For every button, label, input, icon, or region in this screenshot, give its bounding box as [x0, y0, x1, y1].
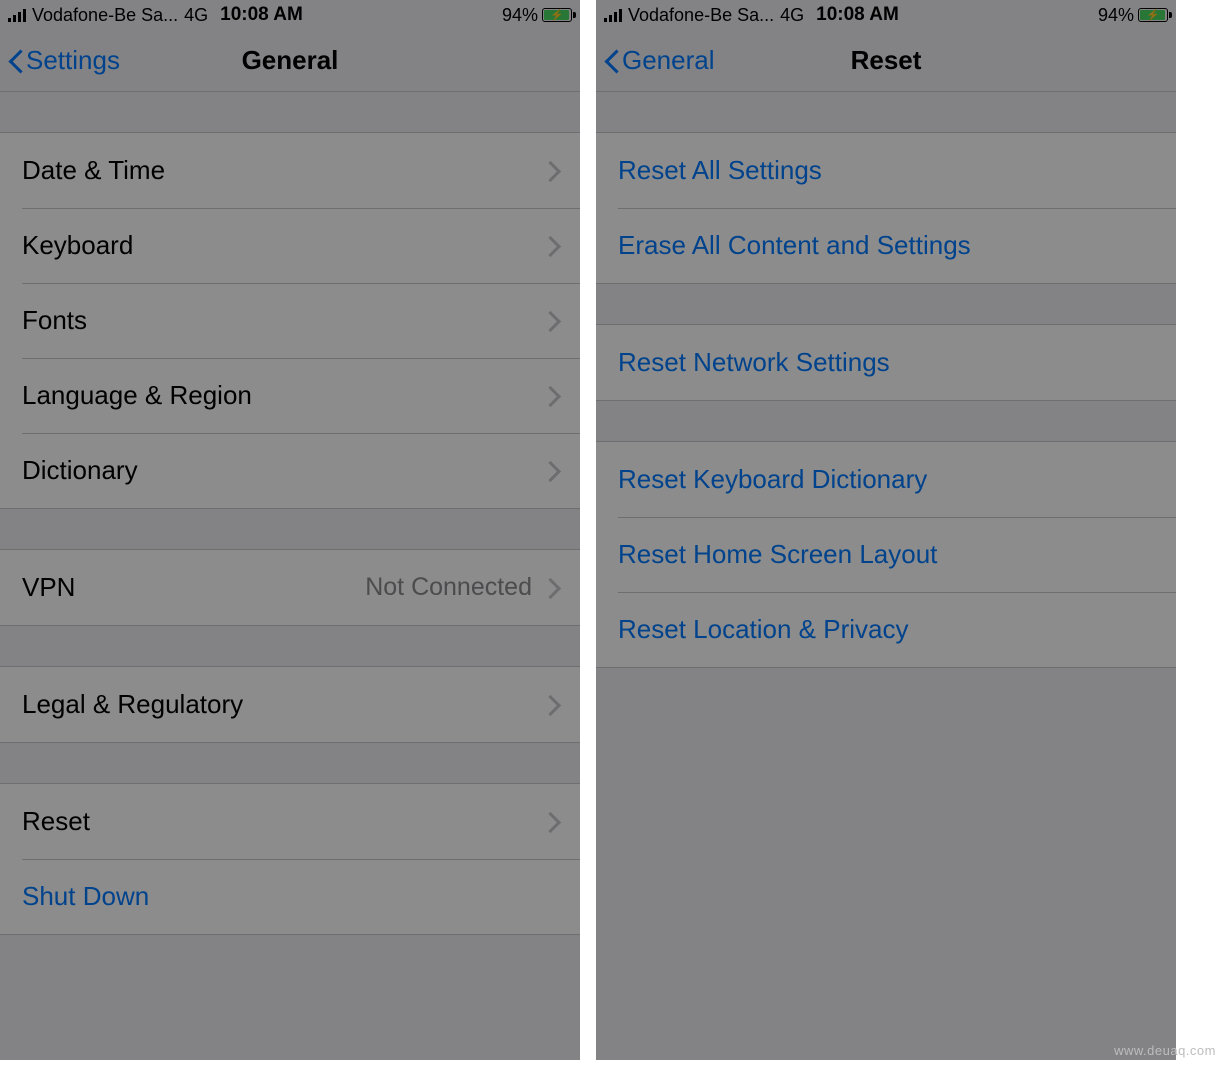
screenshot-gap: [580, 0, 596, 1060]
row-date-time[interactable]: Date & Time: [0, 133, 580, 208]
row-label: Reset Keyboard Dictionary: [618, 464, 1154, 495]
network-label: 4G: [780, 5, 804, 26]
watermark: www.deuaq.com: [1114, 1043, 1216, 1058]
nav-bar: General Reset: [596, 30, 1176, 92]
page-padding: [0, 1060, 1228, 1078]
status-bar: Vodafone-Be Sa... 4G 10:08 AM 94% ⚡: [0, 0, 580, 30]
section-gap: [0, 92, 580, 132]
row-group: Reset Keyboard Dictionary Reset Home Scre…: [596, 441, 1176, 668]
chevron-right-icon: [546, 460, 558, 482]
row-label: Reset Network Settings: [618, 347, 1154, 378]
page-padding: [1176, 0, 1228, 1078]
row-group: Reset Shut Down: [0, 783, 580, 935]
row-label: Fonts: [22, 305, 546, 336]
row-label: Reset: [22, 806, 546, 837]
battery-icon: ⚡: [1138, 8, 1168, 22]
section-gap: [596, 284, 1176, 324]
row-label: Shut Down: [22, 881, 558, 912]
nav-title: General: [242, 45, 339, 76]
carrier-label: Vodafone-Be Sa...: [628, 5, 774, 26]
row-reset-keyboard-dict[interactable]: Reset Keyboard Dictionary: [596, 442, 1176, 517]
row-group: VPNNot Connected: [0, 549, 580, 626]
signal-icon: [604, 8, 622, 22]
network-label: 4G: [184, 5, 208, 26]
chevron-left-icon: [8, 47, 24, 75]
row-label: Keyboard: [22, 230, 546, 261]
row-group: Legal & Regulatory: [0, 666, 580, 743]
row-label: Erase All Content and Settings: [618, 230, 1154, 261]
nav-bar: Settings General: [0, 30, 580, 92]
row-reset-all-settings[interactable]: Reset All Settings: [596, 133, 1176, 208]
row-label: Reset Home Screen Layout: [618, 539, 1154, 570]
section-gap: [0, 626, 580, 666]
battery-percent: 94%: [502, 5, 538, 26]
chevron-right-icon: [546, 811, 558, 833]
row-reset-network[interactable]: Reset Network Settings: [596, 325, 1176, 400]
row-value: Not Connected: [365, 573, 532, 602]
section-gap: [596, 401, 1176, 441]
signal-icon: [8, 8, 26, 22]
chevron-right-icon: [546, 385, 558, 407]
row-fonts[interactable]: Fonts: [0, 283, 580, 358]
row-reset[interactable]: Reset: [0, 784, 580, 859]
status-time: 10:08 AM: [220, 4, 303, 26]
row-label: Date & Time: [22, 155, 546, 186]
nav-title: Reset: [851, 45, 922, 76]
row-shut-down[interactable]: Shut Down: [0, 859, 580, 934]
row-dictionary[interactable]: Dictionary: [0, 433, 580, 508]
back-label: Settings: [26, 45, 120, 76]
row-label: VPN: [22, 572, 365, 603]
chevron-right-icon: [546, 694, 558, 716]
row-vpn[interactable]: VPNNot Connected: [0, 550, 580, 625]
chevron-right-icon: [546, 577, 558, 599]
row-language-region[interactable]: Language & Region: [0, 358, 580, 433]
row-reset-location-privacy[interactable]: Reset Location & Privacy: [596, 592, 1176, 667]
left-screenshot: Vodafone-Be Sa... 4G 10:08 AM 94% ⚡ Settings G…: [0, 0, 580, 1060]
row-reset-home-layout[interactable]: Reset Home Screen Layout: [596, 517, 1176, 592]
chevron-right-icon: [546, 235, 558, 257]
back-to-settings[interactable]: Settings: [8, 45, 120, 76]
row-label: Legal & Regulatory: [22, 689, 546, 720]
back-to-general[interactable]: General: [604, 45, 715, 76]
chevron-right-icon: [546, 310, 558, 332]
row-label: Dictionary: [22, 455, 546, 486]
section-gap: [0, 509, 580, 549]
right-screenshot: Vodafone-Be Sa... 4G 10:08 AM 94% ⚡ General Re…: [596, 0, 1176, 1060]
chevron-left-icon: [604, 47, 620, 75]
row-group: Reset Network Settings: [596, 324, 1176, 401]
row-label: Language & Region: [22, 380, 546, 411]
row-group: Date & Time Keyboard Fonts Language & Regio…: [0, 132, 580, 509]
row-legal-regulatory[interactable]: Legal & Regulatory: [0, 667, 580, 742]
row-group: Reset All Settings Erase All Content and …: [596, 132, 1176, 284]
back-label: General: [622, 45, 715, 76]
battery-percent: 94%: [1098, 5, 1134, 26]
section-gap: [596, 92, 1176, 132]
row-keyboard[interactable]: Keyboard: [0, 208, 580, 283]
row-erase-all[interactable]: Erase All Content and Settings: [596, 208, 1176, 283]
section-gap: [0, 743, 580, 783]
battery-icon: ⚡: [542, 8, 572, 22]
row-label: Reset All Settings: [618, 155, 1154, 186]
chevron-right-icon: [546, 160, 558, 182]
status-time: 10:08 AM: [816, 4, 899, 26]
row-label: Reset Location & Privacy: [618, 614, 1154, 645]
status-bar: Vodafone-Be Sa... 4G 10:08 AM 94% ⚡: [596, 0, 1176, 30]
carrier-label: Vodafone-Be Sa...: [32, 5, 178, 26]
